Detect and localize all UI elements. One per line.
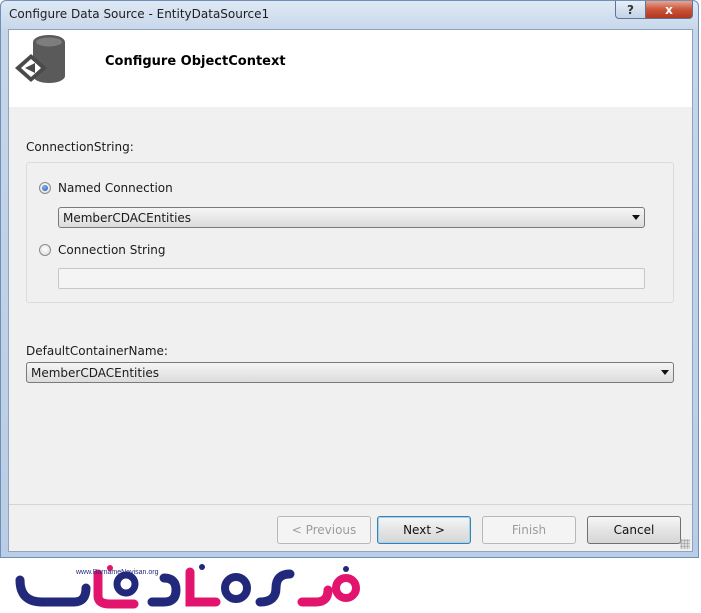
cancel-button[interactable]: Cancel	[587, 516, 681, 544]
named-connection-radio[interactable]	[39, 182, 51, 194]
dialog-client-area: Configure ObjectContext ConnectionString…	[8, 29, 693, 552]
resize-grip-icon[interactable]	[680, 539, 690, 549]
wizard-header: Configure ObjectContext	[9, 30, 692, 107]
watermark-url: www.BarnameNevisan.org	[75, 569, 159, 576]
named-connection-select[interactable]: MemberCDACEntities	[58, 207, 645, 228]
connection-string-radio[interactable]	[39, 244, 51, 256]
configure-data-source-window: Configure Data Source - EntityDataSource…	[0, 0, 699, 558]
barnamenevisan-logo: www.BarnameNevisan.org	[14, 562, 364, 610]
footer-divider	[9, 504, 692, 505]
database-refresh-icon	[15, 35, 65, 83]
connection-string-label: ConnectionString:	[26, 140, 134, 154]
connection-string-option-label: Connection String	[58, 243, 166, 257]
chevron-down-icon	[632, 215, 640, 220]
named-connection-value: MemberCDACEntities	[63, 210, 192, 225]
page-title: Configure ObjectContext	[105, 54, 286, 69]
default-container-select[interactable]: MemberCDACEntities	[26, 362, 674, 383]
help-icon: ?	[627, 2, 634, 17]
named-connection-label: Named Connection	[58, 181, 173, 195]
close-button[interactable]: x	[645, 1, 693, 19]
previous-button[interactable]: < Previous	[277, 516, 371, 544]
help-button[interactable]: ?	[615, 1, 646, 19]
finish-button[interactable]: Finish	[482, 516, 576, 544]
named-connection-option[interactable]: Named Connection	[39, 181, 173, 195]
title-bar[interactable]: Configure Data Source - EntityDataSource…	[1, 1, 698, 29]
chevron-down-icon	[661, 370, 669, 375]
default-container-value: MemberCDACEntities	[31, 365, 160, 380]
window-title: Configure Data Source - EntityDataSource…	[9, 7, 270, 21]
connection-string-option[interactable]: Connection String	[39, 243, 166, 257]
next-button[interactable]: Next >	[377, 516, 471, 544]
barnamenevisan-logo-graphic: www.BarnameNevisan.org	[15, 564, 360, 609]
connection-group: Named Connection MemberCDACEntities Conn…	[26, 162, 674, 303]
connection-string-input[interactable]	[58, 268, 645, 289]
default-container-label: DefaultContainerName:	[26, 344, 168, 358]
close-icon: x	[665, 2, 673, 17]
